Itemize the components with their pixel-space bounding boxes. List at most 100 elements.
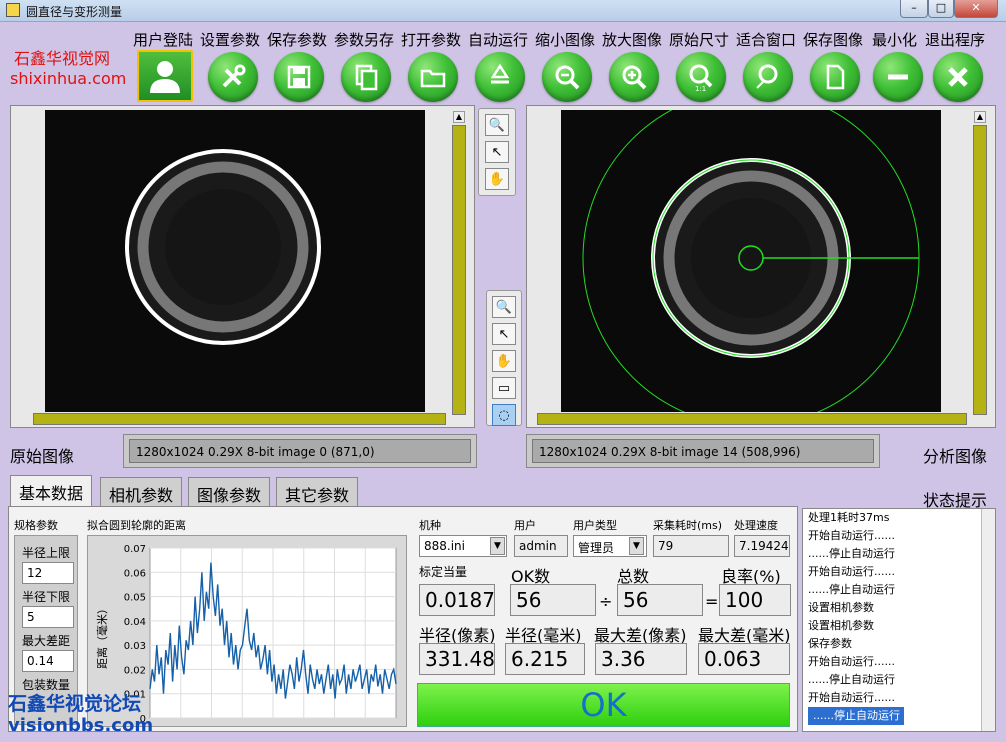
pan-tool-icon[interactable]: ✋ [492, 350, 516, 372]
tab-image-params[interactable]: 图像参数 [188, 477, 271, 507]
status-line: 保存参数 [808, 637, 852, 650]
save-icon [287, 65, 311, 89]
pointer-tool-icon[interactable]: ↖ [485, 141, 509, 163]
recycle-icon [490, 63, 510, 84]
radius-upper-input[interactable]: 12 [22, 562, 74, 584]
save-as-button[interactable] [341, 52, 391, 102]
save-params-button[interactable] [274, 52, 324, 102]
status-line: 开始自动运行...... [808, 655, 895, 668]
divide-sign: ÷ [599, 592, 613, 611]
menu-auto-run[interactable]: 自动运行 [468, 29, 528, 50]
annulus-tool-icon[interactable]: ◌ [492, 404, 516, 426]
right-scroll-up-arrow[interactable]: ▲ [974, 111, 986, 123]
roi-tool-palette: 🔍 ↖ ✋ ▭ ◌ [486, 290, 522, 426]
open-params-button[interactable] [408, 52, 458, 102]
chart-y-axis-label: 距离（毫米） [95, 603, 109, 669]
minimize-button[interactable]: – [900, 0, 928, 18]
chart-y-tick-label: 0.03 [124, 641, 146, 652]
result-indicator: OK [417, 683, 790, 727]
zoom-in-button[interactable] [609, 52, 659, 102]
zoom-tool-icon[interactable]: 🔍 [485, 114, 509, 136]
chart-title: 拟合圆到轮廓的距离 [87, 519, 186, 532]
exit-app-button[interactable] [933, 52, 983, 102]
analysis-image-display[interactable] [561, 110, 941, 412]
tools-icon [222, 64, 246, 88]
analysis-image-panel: ▲ [526, 105, 996, 428]
minus-icon [888, 74, 908, 80]
menu-original-size[interactable]: 原始尺寸 [669, 29, 729, 50]
model-dropdown-icon[interactable]: ▼ [490, 537, 505, 555]
menu-settings[interactable]: 设置参数 [200, 29, 260, 50]
menu-save-params[interactable]: 保存参数 [267, 29, 327, 50]
user-label: 用户 [514, 519, 536, 532]
left-tool-palette: 🔍 ↖ ✋ [478, 108, 516, 196]
status-scrollbar[interactable] [981, 509, 995, 731]
watermark-url: shixinhua.com [10, 69, 127, 88]
app-icon [6, 3, 20, 17]
left-horizontal-scrollbar[interactable] [33, 413, 446, 425]
menu-user-login[interactable]: 用户登陆 [133, 29, 193, 50]
watermark-text: 石鑫华视觉网 [14, 49, 111, 68]
analysis-image-info: 1280x1024 0.29X 8-bit image 14 (508,996) [532, 439, 874, 463]
pan-tool-icon[interactable]: ✋ [485, 168, 509, 190]
calib-label: 标定当量 [419, 565, 468, 579]
zoom-out-button[interactable] [542, 52, 592, 102]
minimize-app-button[interactable] [873, 52, 923, 102]
speed-label: 处理速度 [734, 519, 778, 532]
right-vertical-scrollbar[interactable] [973, 125, 987, 415]
menu-save-image[interactable]: 保存图像 [803, 29, 863, 50]
menu-save-as[interactable]: 参数另存 [334, 29, 394, 50]
menu-fit-window[interactable]: 适合窗口 [736, 29, 796, 50]
acq-time-field: 79 [653, 535, 729, 557]
left-vertical-scrollbar[interactable] [452, 125, 466, 415]
pointer-tool-icon[interactable]: ↖ [492, 323, 516, 345]
max-diff-input[interactable]: 0.14 [22, 650, 74, 672]
zoom-in-icon [622, 65, 647, 90]
new-file-icon [826, 64, 845, 90]
status-line: 处理1耗时37ms [808, 511, 890, 524]
maximize-button[interactable]: □ [928, 0, 954, 18]
settings-button[interactable] [208, 52, 258, 102]
radius-mm-value: 6.215 [505, 643, 585, 675]
analysis-image [561, 110, 941, 412]
original-image [45, 110, 425, 412]
spec-title: 规格参数 [14, 519, 58, 532]
right-horizontal-scrollbar[interactable] [537, 413, 967, 425]
menu-exit[interactable]: 退出程序 [925, 29, 985, 50]
left-scroll-up-arrow[interactable]: ▲ [453, 111, 465, 123]
forum-watermark: 石鑫华视觉论坛 [8, 693, 142, 715]
max-diff-px-value: 3.36 [595, 643, 687, 675]
menu-open-params[interactable]: 打开参数 [401, 29, 461, 50]
menu-zoom-in[interactable]: 放大图像 [602, 29, 662, 50]
ok-count-value: 56 [510, 584, 596, 616]
original-size-button[interactable]: 1:1 [676, 52, 726, 102]
status-line: 开始自动运行...... [808, 691, 895, 704]
radius-lower-input[interactable]: 5 [22, 606, 74, 628]
tab-basic-data[interactable]: 基本数据 [10, 475, 93, 507]
original-image-label: 原始图像 [10, 447, 75, 466]
menu-zoom-out[interactable]: 缩小图像 [535, 29, 595, 50]
equals-sign: = [705, 592, 719, 611]
user-type-dropdown-icon[interactable]: ▼ [629, 537, 644, 555]
rectangle-tool-icon[interactable]: ▭ [492, 377, 516, 399]
zoom-1to1-icon: 1:1 [689, 64, 713, 92]
total-value: 56 [617, 584, 703, 616]
close-window-button[interactable]: ✕ [954, 0, 998, 18]
radius-lower-label: 半径下限 [22, 590, 71, 604]
window-title: 圆直径与变形测量 [26, 5, 123, 19]
original-image-panel: ▲ [10, 105, 475, 428]
original-image-display[interactable] [45, 110, 425, 412]
fit-window-button[interactable] [743, 52, 793, 102]
zoom-tool-icon[interactable]: 🔍 [492, 296, 516, 318]
menu-minimize[interactable]: 最小化 [872, 29, 917, 50]
user-login-button[interactable] [137, 50, 193, 102]
chart-y-tick-label: 0.02 [124, 665, 146, 676]
tab-camera-params[interactable]: 相机参数 [100, 477, 183, 507]
chart-y-tick-label: 0.06 [124, 568, 146, 579]
auto-run-button[interactable] [475, 52, 525, 102]
save-image-button[interactable] [810, 52, 860, 102]
tab-other-params[interactable]: 其它参数 [276, 477, 359, 507]
chart-y-tick-label: 0.07 [124, 544, 146, 555]
status-line: ......停止自动运行 [803, 707, 995, 725]
status-log: 处理1耗时37ms 开始自动运行...... ......停止自动运行 开始自动运行.… [802, 508, 996, 732]
